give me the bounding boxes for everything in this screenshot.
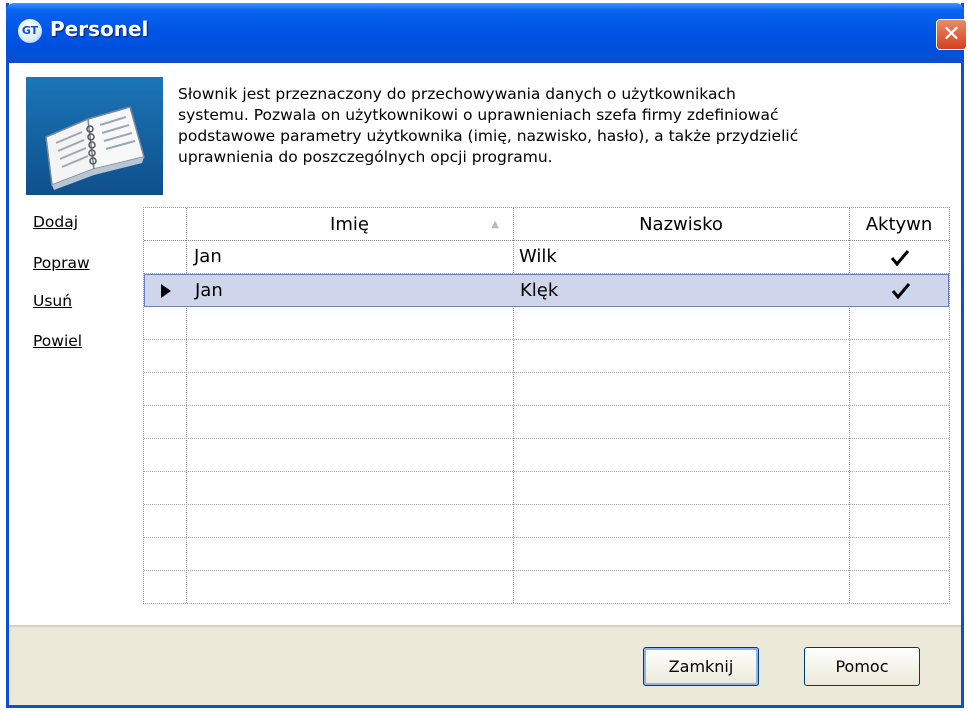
column-header-label: Imię — [330, 214, 369, 235]
close-button[interactable]: Zamknij — [643, 647, 759, 686]
column-header-first-name[interactable]: Imię ▲ — [186, 208, 513, 241]
column-header-active[interactable]: Aktywn — [849, 208, 949, 241]
row-pointer-icon — [161, 284, 171, 298]
window-title: Personel — [50, 17, 149, 41]
open-book-icon — [26, 77, 163, 195]
cell-first-name: Jan — [195, 280, 223, 301]
app-icon: GT — [18, 19, 42, 43]
close-window-button[interactable]: ✕ — [936, 19, 967, 50]
description-line: uprawnienia do poszczególnych opcji prog… — [178, 148, 553, 166]
sort-ascending-icon: ▲ — [491, 219, 499, 230]
table-row[interactable]: Jan Wilk — [144, 241, 949, 274]
duplicate-link[interactable]: Powiel — [33, 332, 82, 350]
edit-link[interactable]: Popraw — [33, 254, 90, 272]
description-text: Słownik jest przeznaczony do przechowywa… — [178, 84, 948, 168]
delete-link[interactable]: Usuń — [33, 292, 72, 310]
cell-last-name: Klęk — [520, 280, 559, 301]
cell-last-name: Wilk — [519, 246, 557, 267]
empty-row[interactable] — [144, 406, 949, 439]
add-link[interactable]: Dodaj — [33, 213, 78, 231]
checkmark-icon — [891, 283, 911, 300]
empty-row[interactable] — [144, 571, 949, 604]
cell-first-name: Jan — [194, 246, 222, 267]
description-line: podstawowe parametry użytkownika (imię, … — [178, 127, 799, 145]
empty-row[interactable] — [144, 373, 949, 406]
users-grid[interactable]: Imię ▲ Nazwisko Aktywn Jan Wilk Jan Klęk — [143, 207, 950, 604]
empty-row[interactable] — [144, 439, 949, 472]
empty-row[interactable] — [144, 472, 949, 505]
footer-divider — [9, 625, 961, 627]
description-line: Słownik jest przeznaczony do przechowywa… — [178, 85, 736, 103]
column-header-last-name[interactable]: Nazwisko — [513, 208, 849, 241]
empty-row[interactable] — [144, 340, 949, 373]
table-row[interactable]: Jan Klęk — [144, 274, 949, 307]
description-line: systemu. Pozwala on użytkownikowi o upra… — [178, 106, 779, 124]
empty-row[interactable] — [144, 307, 949, 340]
empty-row[interactable] — [144, 538, 949, 571]
empty-row[interactable] — [144, 505, 949, 538]
title-bar[interactable]: GT Personel ✕ — [6, 3, 967, 63]
help-button[interactable]: Pomoc — [804, 647, 920, 686]
checkmark-icon — [890, 250, 910, 267]
row-header-corner — [144, 208, 186, 241]
